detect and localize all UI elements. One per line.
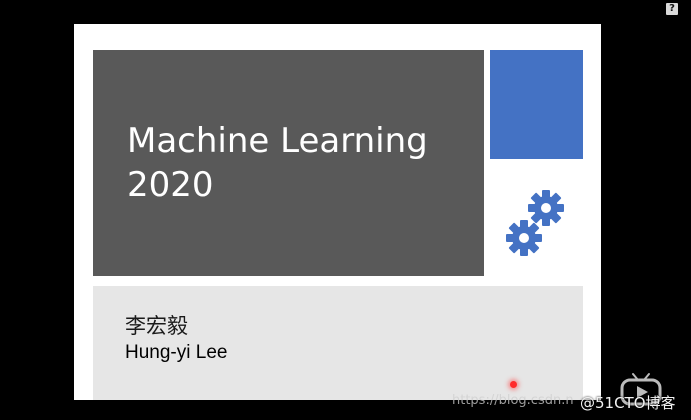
video-viewport: ? Machine Learning 2020 李宏毅 Hung-yi Lee … — [0, 0, 691, 420]
title-box: Machine Learning 2020 — [93, 50, 484, 276]
author-name-chinese: 李宏毅 — [125, 314, 188, 338]
author-name-english: Hung-yi Lee — [125, 342, 228, 363]
watermark-url: https://blog.csdn.n — [452, 393, 574, 408]
slide-title-line-2: 2020 — [127, 165, 214, 205]
slide-title-line-1: Machine Learning — [127, 121, 428, 161]
laser-pointer-dot — [510, 381, 517, 388]
help-button[interactable]: ? — [666, 3, 678, 15]
slide: Machine Learning 2020 李宏毅 Hung-yi Lee — [74, 24, 601, 400]
slide-title: Machine Learning 2020 — [127, 119, 428, 207]
accent-square — [490, 50, 583, 159]
gears-icon — [506, 190, 564, 256]
watermark-brand: @51CTO博客 — [580, 394, 676, 412]
